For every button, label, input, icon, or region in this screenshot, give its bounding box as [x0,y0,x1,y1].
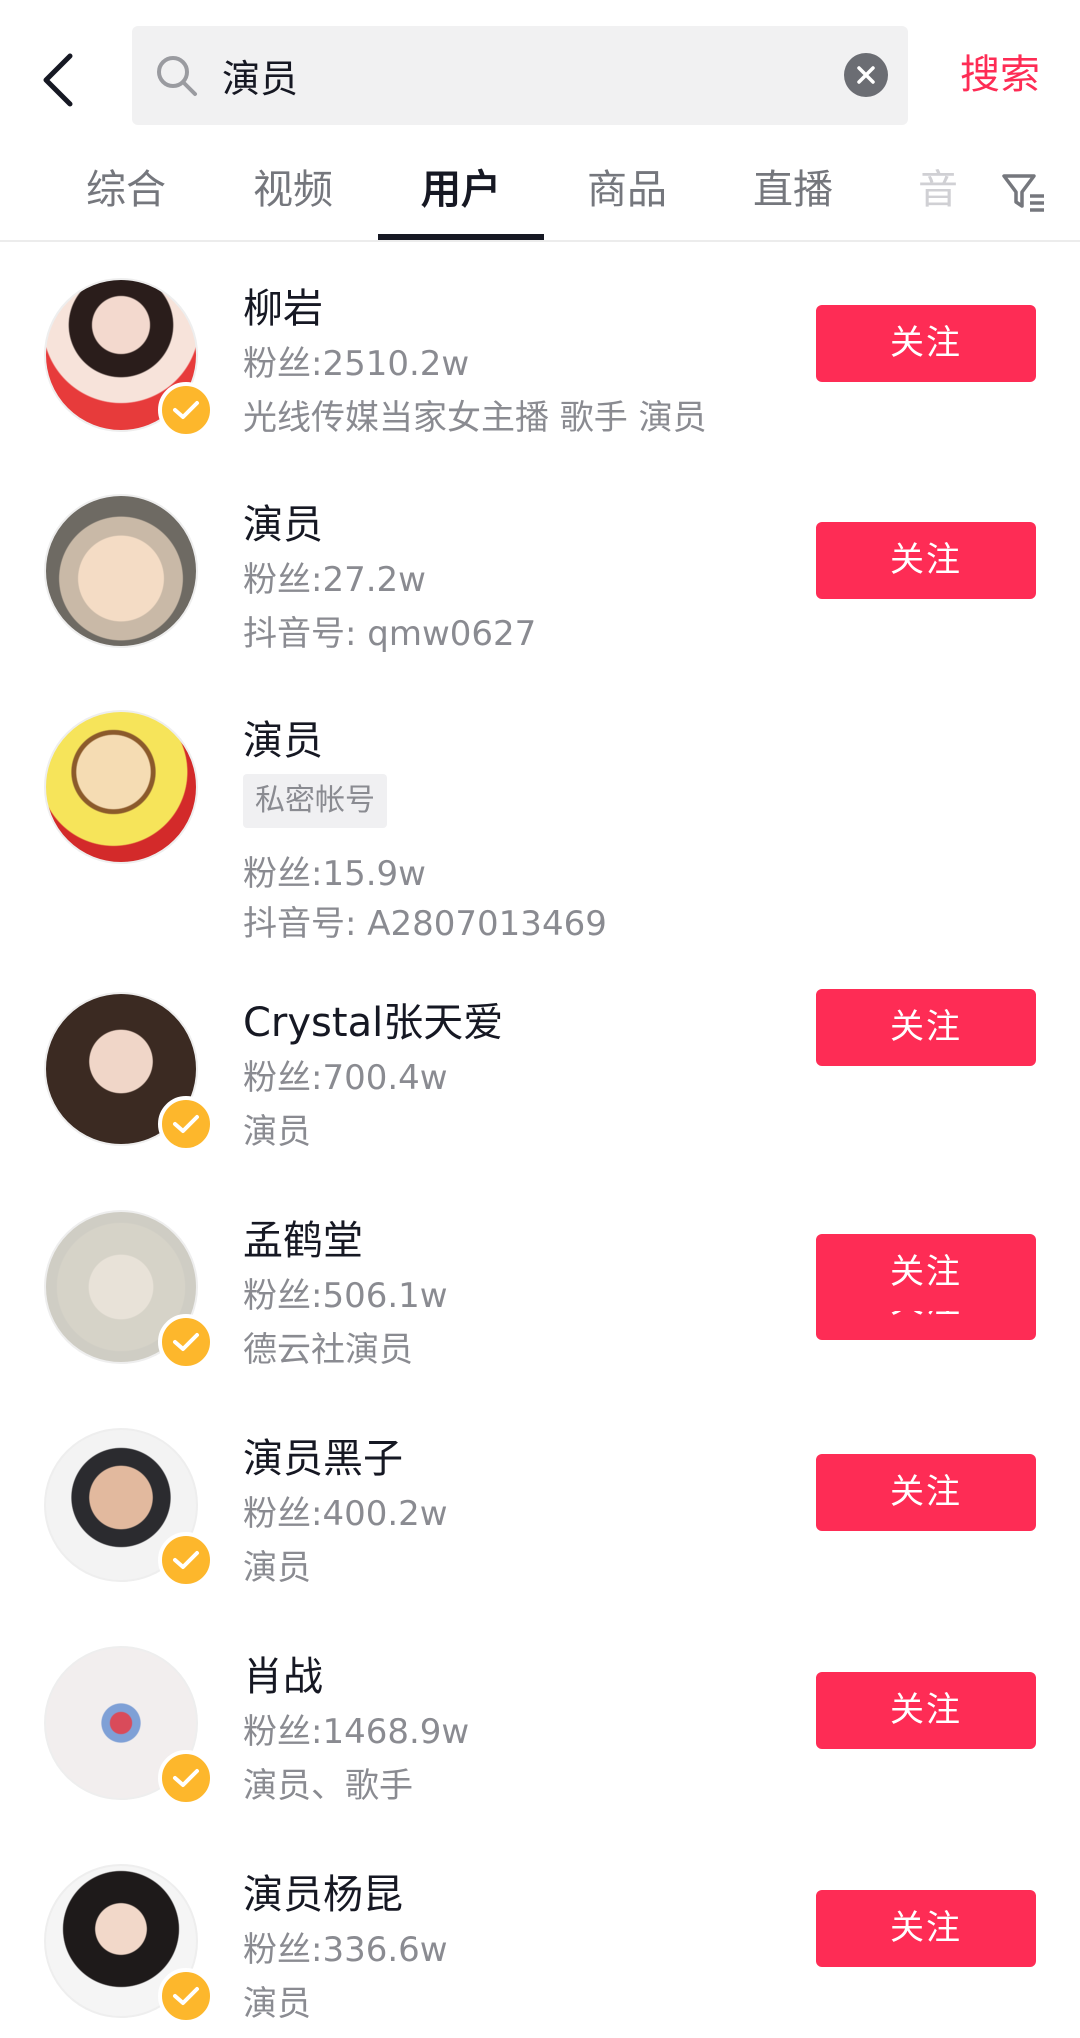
user-row[interactable]: Crystal张天爱 粉丝:700.4w 演员 关注 [0,952,1080,1340]
verified-icon [158,1096,214,1152]
user-row[interactable]: 孟鹤堂 粉丝:506.1w 德云社演员 关注 [0,1196,1080,1414]
follow-button[interactable]: 关注 [816,1454,1036,1531]
user-name[interactable]: 演员 [243,492,323,550]
clear-search-button[interactable] [844,53,888,97]
user-name[interactable]: 孟鹤堂 [243,1208,363,1266]
verified-icon [158,1750,214,1806]
follow-button[interactable]: 关注 [816,1890,1036,1967]
user-description: 抖音号: A2807013469 [243,904,607,944]
user-description: 演员、歌手 [243,1766,413,1806]
tab-videos[interactable]: 视频 [210,140,376,240]
user-description: 抖音号: qmw0627 [243,614,537,654]
user-description: 演员 [243,1984,311,2024]
user-row[interactable]: 演员 私密帐号 粉丝:15.9w 抖音号: A2807013469 关注 [0,678,1080,1066]
filter-icon[interactable] [998,166,1048,216]
follower-count: 粉丝:15.9w [243,854,426,894]
user-name[interactable]: 肖战 [243,1644,323,1702]
user-description: 德云社演员 [243,1330,413,1370]
tab-music[interactable]: 音 [858,140,1018,240]
user-row[interactable]: 演员黑子 粉丝:400.2w 演员 关注 [0,1414,1080,1632]
tab-products[interactable]: 商品 [544,140,710,240]
user-description: 光线传媒当家女主播 歌手 演员 [243,398,707,438]
follower-count: 粉丝:27.2w [243,560,426,600]
follow-button[interactable]: 关注 [816,1672,1036,1749]
tab-live[interactable]: 直播 [710,140,876,240]
search-icon [157,56,197,96]
active-tab-indicator [378,234,544,240]
search-box[interactable] [132,26,908,125]
verified-icon [158,1532,214,1588]
follower-count: 粉丝:700.4w [243,1058,448,1098]
follower-count: 粉丝:2510.2w [243,344,470,384]
verified-icon [158,1314,214,1370]
user-name[interactable]: 演员 [243,708,323,766]
user-name[interactable]: 演员黑子 [243,1426,403,1484]
avatar[interactable] [44,710,198,864]
user-row[interactable]: 柳岩 粉丝:2510.2w 光线传媒当家女主播 歌手 演员 关注 [0,244,1080,460]
verified-icon [158,1968,214,2024]
follower-count: 粉丝:1468.9w [243,1712,470,1752]
back-button[interactable] [38,40,118,120]
verified-icon [158,382,214,438]
follow-button[interactable]: 关注 [816,305,1036,382]
user-row[interactable]: 肖战 粉丝:1468.9w 演员、歌手 关注 [0,1632,1080,1850]
search-submit-button[interactable]: 搜索 [940,40,1060,110]
search-input[interactable] [222,26,762,125]
tab-general[interactable]: 综合 [43,140,209,240]
private-account-badge: 私密帐号 [243,774,387,828]
tab-users[interactable]: 用户 [378,140,544,240]
user-name[interactable]: Crystal张天爱 [243,990,503,1048]
user-description: 演员 [243,1112,311,1152]
follower-count: 粉丝:506.1w [243,1276,448,1316]
user-name[interactable]: 柳岩 [243,276,323,334]
avatar[interactable] [44,494,198,648]
close-icon [857,66,875,84]
user-name[interactable]: 演员杨昆 [243,1862,403,1920]
result-tabs: 综合 视频 用户 商品 直播 音 [0,140,1080,242]
search-header: 搜索 [0,0,1080,140]
chevron-left-icon [43,53,73,107]
follow-button[interactable]: 关注 [816,1234,1036,1311]
user-description: 演员 [243,1548,311,1588]
user-row[interactable]: 演员杨昆 粉丝:336.6w 演员 关注 [0,1850,1080,2038]
follow-button[interactable]: 关注 [816,522,1036,599]
follower-count: 粉丝:336.6w [243,1930,448,1970]
user-row[interactable]: 演员 粉丝:27.2w 抖音号: qmw0627 关注 [0,460,1080,678]
follower-count: 粉丝:400.2w [243,1494,448,1534]
search-results-page: 搜索 综合 视频 用户 商品 直播 音 柳岩 粉丝:2510.2w 光线传媒当家… [0,0,1080,2038]
